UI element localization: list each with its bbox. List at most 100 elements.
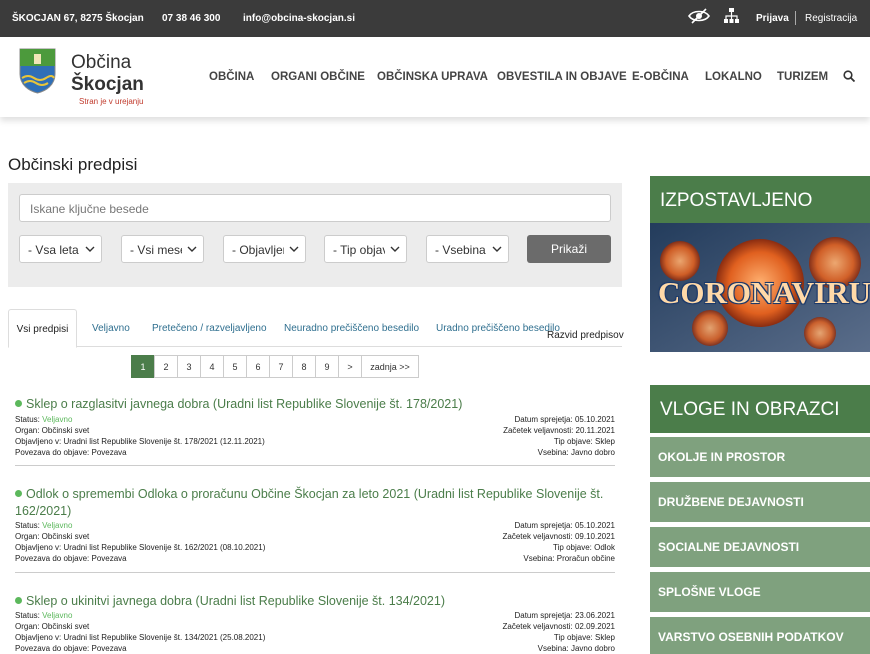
- page-title: Občinski predpisi: [8, 155, 138, 174]
- year-select[interactable]: - Vsa leta: [19, 235, 102, 263]
- brand-name-line2: Škocjan: [71, 74, 144, 95]
- link-varstvo-osebnih-podatkov[interactable]: VARSTVO OSEBNIH PODATKOV: [650, 617, 870, 654]
- divider: [795, 11, 796, 25]
- page-6[interactable]: 6: [246, 355, 270, 378]
- coronavirus-banner[interactable]: CORONAVIRUS: [650, 223, 870, 352]
- nav-obvestila-in-objave[interactable]: OBVESTILA IN OBJAVE: [497, 71, 627, 83]
- item-status: Status: Veljavno: [15, 520, 72, 531]
- page-last[interactable]: zadnja >>: [361, 355, 419, 378]
- chevron-down-icon: [187, 246, 197, 252]
- item-valid-from: Začetek veljavnosti: 20.11.2021: [503, 426, 615, 435]
- item-type: Tip objave: Sklep: [553, 633, 615, 642]
- type-select[interactable]: - Tip objave: [324, 235, 407, 263]
- nav-e-obcina[interactable]: E-OBČINA: [632, 71, 689, 83]
- status-dot: [15, 597, 22, 604]
- banner-text: CORONAVIRUS: [658, 275, 870, 310]
- item-link[interactable]: Povezava do objave: Povezava: [15, 447, 127, 458]
- nav-lokalno[interactable]: LOKALNO: [705, 71, 762, 83]
- nav-obcina[interactable]: OBČINA: [209, 71, 254, 83]
- tab-neuradno-preciscevo[interactable]: Neuradno prečiščeno besedilo: [284, 323, 419, 334]
- item-title-link[interactable]: Sklep o ukinitvi javnega dobra (Uradni l…: [15, 594, 445, 608]
- link-druzbene-dejavnosti[interactable]: DRUŽBENE DEJAVNOSTI: [650, 482, 870, 522]
- regulation-tabs: Vsi predpisi Veljavno Pretečeno / razvel…: [8, 309, 622, 348]
- forms-heading: VLOGE IN OBRAZCI: [650, 385, 870, 433]
- content-select[interactable]: - Vsebina: [426, 235, 509, 263]
- published-in-select[interactable]: - Objavljeno v: [223, 235, 306, 263]
- page-next[interactable]: >: [338, 355, 362, 378]
- status-label: Status:: [15, 521, 40, 530]
- chevron-down-icon: [85, 246, 95, 252]
- item-type: Tip objave: Odlok: [553, 543, 615, 552]
- tab-razvid-predpisov[interactable]: Razvid predpisov: [547, 330, 624, 341]
- status-label: Status:: [15, 611, 40, 620]
- link-socialne-dejavnosti[interactable]: SOCIALNE DEJAVNOSTI: [650, 527, 870, 567]
- item-title: Sklep o razglasitvi javnega dobra (Uradn…: [26, 397, 463, 411]
- item-status: Status: Veljavno: [15, 414, 72, 425]
- register-link[interactable]: Registracija: [805, 13, 857, 24]
- nav-turizem[interactable]: TURIZEM: [777, 71, 828, 83]
- show-button[interactable]: Prikaži: [527, 235, 611, 263]
- phone-link[interactable]: 07 38 46 300: [162, 13, 220, 24]
- item-divider: [15, 572, 615, 573]
- tab-vsi-predpisi[interactable]: Vsi predpisi: [8, 309, 77, 348]
- eye-slash-icon[interactable]: [688, 8, 710, 24]
- filter-panel: Iskane ključne besede - Vsa leta - Vsi m…: [8, 183, 622, 287]
- list-item: Sklep o razglasitvi javnega dobra (Uradn…: [15, 396, 615, 460]
- brand-name-line1: Občina: [71, 52, 132, 73]
- chevron-down-icon: [289, 246, 299, 252]
- status-value: Veljavno: [42, 415, 73, 424]
- chevron-down-icon: [492, 246, 502, 252]
- content-select-label: - Vsebina: [435, 243, 486, 257]
- keyword-search-input[interactable]: Iskane ključne besede: [19, 194, 611, 222]
- item-status: Status: Veljavno: [15, 610, 72, 621]
- address-text: ŠKOCJAN 67, 8275 Škocjan: [12, 13, 144, 24]
- status-dot: [15, 490, 22, 497]
- item-published: Objavljeno v: Uradni list Republike Slov…: [15, 437, 265, 446]
- list-item: Odlok o spremembi Odloka o proračunu Obč…: [15, 486, 615, 566]
- page-1[interactable]: 1: [131, 355, 155, 378]
- tab-preteceno[interactable]: Pretečeno / razveljavljeno: [152, 323, 267, 334]
- list-item: Sklep o ukinitvi javnega dobra (Uradni l…: [15, 593, 615, 654]
- page-9[interactable]: 9: [315, 355, 339, 378]
- status-dot: [15, 400, 22, 407]
- page-4[interactable]: 4: [200, 355, 224, 378]
- status-label: Status:: [15, 415, 40, 424]
- status-value: Veljavno: [42, 521, 73, 530]
- item-link[interactable]: Povezava do objave: Povezava: [15, 643, 127, 654]
- site-header: Občina Škocjan Stran je v urejanju OBČIN…: [0, 37, 870, 117]
- nav-organi-obcine[interactable]: ORGANI OBČINE: [271, 71, 365, 83]
- item-link[interactable]: Povezava do objave: Povezava: [15, 553, 127, 564]
- nav-obcinska-uprava[interactable]: OBČINSKA UPRAVA: [377, 71, 488, 83]
- page-5[interactable]: 5: [223, 355, 247, 378]
- month-select[interactable]: - Vsi meseci: [121, 235, 204, 263]
- page-3[interactable]: 3: [177, 355, 201, 378]
- type-select-label: - Tip objave: [333, 243, 385, 257]
- item-title: Sklep o ukinitvi javnega dobra (Uradni l…: [26, 594, 445, 608]
- item-adopted: Datum sprejetja: 05.10.2021: [514, 521, 615, 530]
- link-splosne-vloge[interactable]: SPLOŠNE VLOGE: [650, 572, 870, 612]
- top-bar: ŠKOCJAN 67, 8275 Škocjan 07 38 46 300 in…: [0, 0, 870, 37]
- tab-uradno-preciscevo[interactable]: Uradno prečiščeno besedilo: [436, 323, 560, 334]
- email-link[interactable]: info@obcina-skocjan.si: [243, 13, 355, 24]
- item-type: Tip objave: Sklep: [553, 437, 615, 446]
- item-adopted: Datum sprejetja: 23.06.2021: [514, 611, 615, 620]
- status-value: Veljavno: [42, 611, 73, 620]
- item-published: Objavljeno v: Uradni list Republike Slov…: [15, 543, 266, 552]
- page-7[interactable]: 7: [269, 355, 293, 378]
- item-published: Objavljeno v: Uradni list Republike Slov…: [15, 633, 266, 642]
- item-title-link[interactable]: Sklep o razglasitvi javnega dobra (Uradn…: [15, 397, 462, 411]
- item-organ: Organ: Občinski svet: [15, 532, 90, 541]
- tab-veljavno[interactable]: Veljavno: [92, 323, 130, 334]
- coat-of-arms-logo[interactable]: [19, 48, 56, 94]
- month-select-label: - Vsi meseci: [130, 243, 182, 257]
- page-8[interactable]: 8: [292, 355, 316, 378]
- item-title-link[interactable]: Odlok o spremembi Odloka o proračunu Obč…: [15, 487, 603, 518]
- link-okolje-in-prostor[interactable]: OKOLJE IN PROSTOR: [650, 437, 870, 477]
- search-icon[interactable]: [843, 70, 855, 82]
- item-title: Odlok o spremembi Odloka o proračunu Obč…: [15, 487, 604, 518]
- published-in-select-label: - Objavljeno v: [232, 243, 284, 257]
- page-2[interactable]: 2: [154, 355, 178, 378]
- sitemap-icon[interactable]: [723, 7, 740, 24]
- login-link[interactable]: Prijava: [756, 13, 789, 24]
- item-organ: Organ: Občinski svet: [15, 426, 90, 435]
